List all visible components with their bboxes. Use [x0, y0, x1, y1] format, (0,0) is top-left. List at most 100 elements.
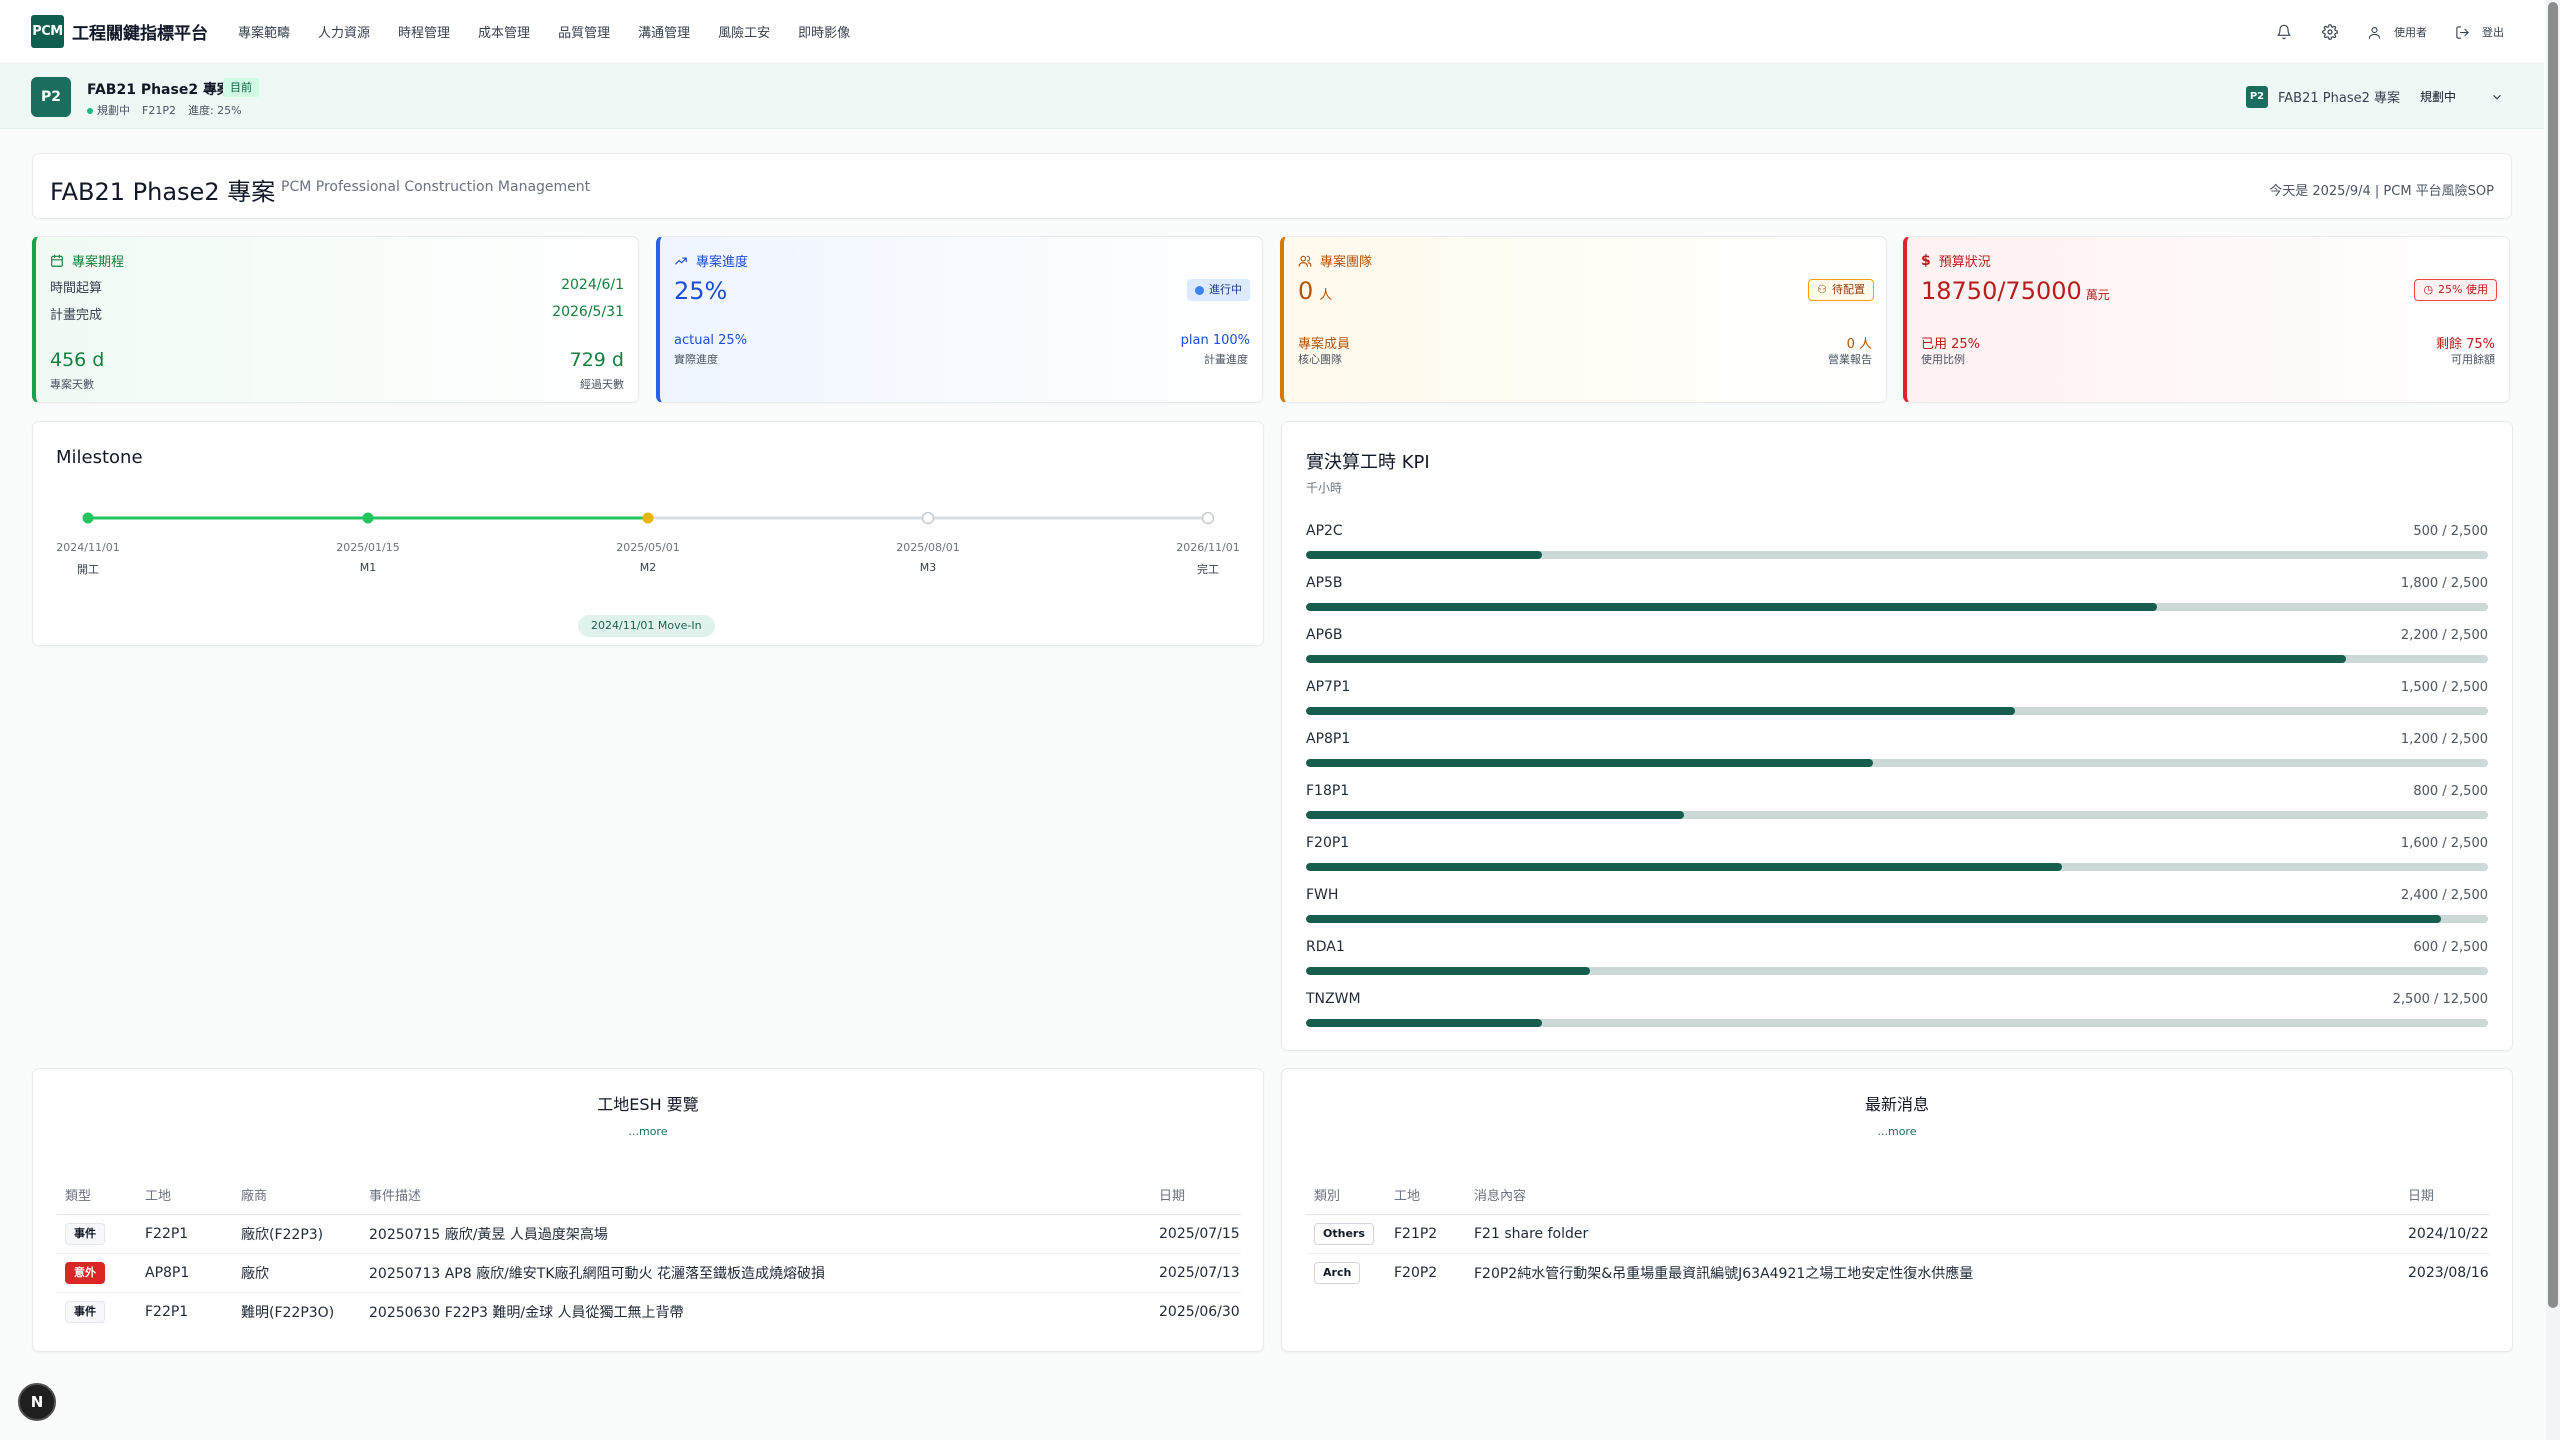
news-header-content: 消息內容	[1466, 1176, 2400, 1215]
elapsed-days-label: 經過天數	[580, 378, 624, 391]
end-date-value: 2026/5/31	[552, 304, 624, 320]
budget-remaining-value: 剩餘 75%	[2435, 337, 2495, 352]
kpi-bar-fill	[1306, 759, 1874, 767]
kpi-row-name: F20P1	[1306, 835, 1350, 851]
today-info: 今天是 2025/9/4 | PCM 平台風險SOP	[2269, 184, 2494, 199]
schedule-card-title: 專案期程	[72, 255, 125, 270]
app-title[interactable]: 工程關鍵指標平台	[72, 19, 208, 44]
esh-more-link[interactable]: ...more	[33, 1125, 1263, 1138]
esh-table-row[interactable]: 意外 AP8P1 廠欣 20250713 AP8 廠欣/維安TK廠孔網阻可動火 花灑落…	[57, 1253, 1241, 1293]
esh-type-cell: 事件	[57, 1292, 137, 1331]
kpi-row-value: 1,800 / 2,500	[2400, 576, 2488, 591]
kpi-unit: 千小時	[1306, 481, 1343, 495]
kpi-row-name: TNZWM	[1306, 991, 1361, 1007]
progress-card-header: 專案進度	[674, 251, 748, 270]
nav-item-human-resources[interactable]: 人力資源	[318, 22, 370, 41]
budget-stat-card: $ 預算狀況 18750/75000 萬元 ◷ 25% 使用 已用 25% 使用…	[1903, 236, 2510, 403]
plan-progress-label: 計畫進度	[1204, 353, 1248, 366]
start-date-label: 時間起算	[50, 281, 103, 296]
esh-table-row[interactable]: 事件 F22P1 廠欣(F22P3) 20250715 廠欣/黃昱 人員過度架高場 20…	[57, 1214, 1241, 1254]
news-category-cell: Arch	[1306, 1253, 1386, 1292]
kpi-row-name: AP5B	[1306, 575, 1343, 591]
actual-progress-label: 實際進度	[674, 353, 718, 366]
plan-progress-value: plan 100%	[1180, 333, 1250, 348]
news-site-cell: F21P2	[1386, 1214, 1466, 1254]
project-progress-text: 進度: 25%	[187, 104, 242, 117]
user-plus-icon: ⚇	[1817, 283, 1827, 296]
page-title: FAB21 Phase2 專案	[50, 178, 276, 206]
team-card-title: 專案團隊	[1320, 255, 1373, 270]
project-meta: 規劃中 F21P2 進度: 25%	[87, 102, 242, 118]
schedule-card-header: 專案期程	[50, 251, 124, 270]
project-switcher-status: 規劃中	[2420, 90, 2457, 104]
team-members-sublabel: 核心團隊	[1298, 353, 1342, 366]
nav-item-scope[interactable]: 專案範疇	[238, 22, 290, 41]
kpi-bar-track	[1306, 759, 2488, 767]
esh-header-date: 日期	[1151, 1176, 1241, 1215]
elapsed-days-value: 729 d	[569, 349, 624, 371]
team-members-value-sublabel: 營業報告	[1828, 353, 1872, 366]
logout-button[interactable]: 登出	[2455, 24, 2504, 40]
project-switcher-dropdown[interactable]: P2 FAB21 Phase2 專案 規劃中	[2246, 84, 2504, 109]
user-icon	[2368, 26, 2381, 39]
kpi-row-value: 2,500 / 12,500	[2392, 992, 2488, 1007]
schedule-stat-card: 專案期程 時間起算 2024/6/1 計畫完成 2026/5/31 456 d …	[32, 236, 639, 403]
bell-icon[interactable]	[2275, 23, 2293, 41]
kpi-row-value: 1,500 / 2,500	[2400, 680, 2488, 695]
kpi-bar-fill	[1306, 811, 1685, 819]
kpi-row-value: 800 / 2,500	[2413, 784, 2488, 799]
esh-site-cell: AP8P1	[137, 1253, 233, 1293]
user-menu-button[interactable]: 使用者	[2367, 24, 2427, 40]
news-category-cell: Others	[1306, 1214, 1386, 1254]
team-status-pill: ⚇ 待配置	[1808, 279, 1874, 301]
esh-type-cell: 事件	[57, 1214, 137, 1254]
news-title: 最新消息	[1864, 1095, 1929, 1114]
progress-status-pill: 進行中	[1187, 279, 1250, 301]
nav-item-cost[interactable]: 成本管理	[478, 22, 530, 41]
news-table-row[interactable]: Arch F20P2 F20P2純水管行動架&吊重場重最資訊編號J63A4921之場…	[1306, 1253, 2490, 1292]
event-type-tag: 事件	[65, 1300, 105, 1323]
page-scrollbar-thumb[interactable]	[2548, 2, 2558, 1308]
kpi-bar-fill	[1306, 915, 2441, 923]
project-switcher-badge: P2	[2246, 85, 2268, 108]
news-header-date: 日期	[2400, 1176, 2490, 1215]
news-table-row[interactable]: Others F21P2 F21 share folder 2024/10/22	[1306, 1214, 2490, 1254]
logout-icon	[2456, 25, 2469, 39]
status-dot-icon	[1195, 285, 1204, 295]
budget-card-title: 預算狀況	[1938, 255, 1991, 270]
event-type-tag: 事件	[65, 1222, 105, 1245]
esh-vendor-cell: 難明(F22P3O)	[241, 1304, 335, 1321]
milestone-label: 開工	[77, 563, 99, 576]
kpi-bar-track	[1306, 967, 2488, 975]
project-status: 規劃中	[87, 102, 130, 118]
nav-item-quality[interactable]: 品質管理	[558, 22, 610, 41]
total-days-label: 專案天數	[50, 378, 94, 391]
kpi-title: 實決算工時 KPI	[1306, 452, 1430, 473]
kpi-bar-track	[1306, 707, 2488, 715]
nav-item-risk-safety[interactable]: 風險工安	[718, 22, 770, 41]
kpi-row-name: FWH	[1306, 887, 1339, 903]
milestone-label: M1	[359, 561, 377, 574]
floating-n-button[interactable]: N	[18, 1383, 56, 1421]
esh-header-type: 類型	[57, 1176, 137, 1215]
budget-used-label: 使用比例	[1921, 353, 1965, 366]
news-more-link[interactable]: ...more	[1282, 1125, 2512, 1138]
milestone-label: M3	[919, 561, 937, 574]
kpi-row-name: AP2C	[1306, 523, 1343, 539]
app-logo[interactable]: PCM	[31, 15, 64, 48]
chevron-down-icon	[2493, 94, 2501, 100]
nav-item-communication[interactable]: 溝通管理	[638, 22, 690, 41]
nav-item-schedule[interactable]: 時程管理	[398, 22, 450, 41]
kpi-row-name: RDA1	[1306, 939, 1345, 955]
gear-icon[interactable]	[2321, 23, 2339, 41]
project-name: FAB21 Phase2 專案	[87, 82, 231, 98]
news-header-category: 類別	[1306, 1176, 1386, 1215]
event-type-tag: 意外	[65, 1261, 105, 1284]
esh-type-cell: 意外	[57, 1253, 137, 1293]
nav-item-live-video[interactable]: 即時影像	[798, 22, 850, 41]
kpi-row-value: 1,600 / 2,500	[2400, 836, 2488, 851]
esh-date-cell: 2025/07/13	[1151, 1253, 1241, 1293]
esh-table-row[interactable]: 事件 F22P1 難明(F22P3O) 20250630 F22P3 難明/金球 人員…	[57, 1292, 1241, 1331]
kpi-bar-fill	[1306, 655, 2347, 663]
kpi-bar-fill	[1306, 863, 2063, 871]
